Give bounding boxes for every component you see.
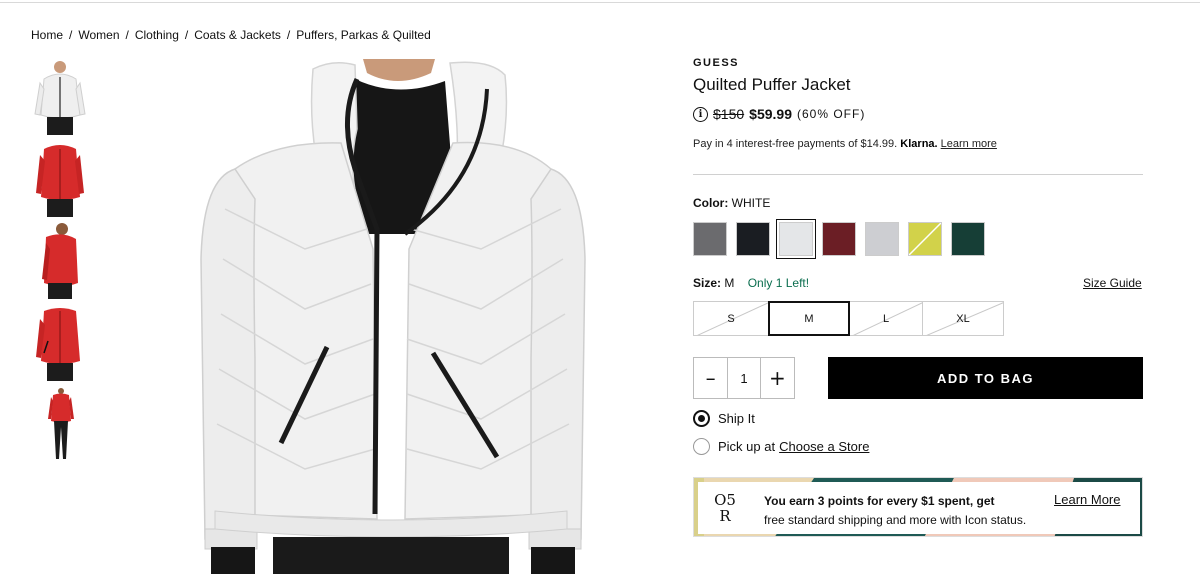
thumbnail-red-angle[interactable]	[32, 305, 89, 381]
swatch-forest-green[interactable]	[951, 222, 985, 256]
breadcrumb: Home / Women / Clothing / Coats & Jacket…	[31, 28, 431, 42]
thumbnail-list	[32, 59, 89, 469]
selected-size: M	[724, 276, 735, 290]
quantity-stepper: – 1 +	[693, 357, 795, 399]
color-label-text: Color:	[693, 196, 729, 210]
thumbnail-red-side[interactable]	[32, 223, 89, 299]
size-guide-link[interactable]: Size Guide	[1083, 276, 1142, 290]
swatch-lime[interactable]	[908, 222, 942, 256]
original-price: $150	[713, 106, 745, 122]
size-options: S M L XL	[693, 301, 1004, 336]
swatch-gray[interactable]	[693, 222, 727, 256]
rewards-banner: O5 R You earn 3 points for every $1 spen…	[693, 477, 1143, 537]
discount-percent: (60% OFF)	[796, 107, 866, 121]
rewards-line-2: free standard shipping and more with Ico…	[764, 513, 1027, 527]
breadcrumb-separator: /	[184, 28, 189, 42]
thumbnail-image	[32, 387, 89, 463]
size-option-s[interactable]: S	[693, 301, 769, 336]
swatch-white[interactable]	[776, 219, 816, 259]
breadcrumb-coats-jackets[interactable]: Coats & Jackets	[194, 28, 281, 42]
swatch-silver[interactable]	[865, 222, 899, 256]
breadcrumb-separator: /	[286, 28, 291, 42]
ship-it-radio[interactable]	[693, 410, 710, 427]
swatch-black[interactable]	[736, 222, 770, 256]
size-label: Size: M Only 1 Left!	[693, 276, 809, 290]
section-divider	[693, 174, 1143, 175]
size-option-label: XL	[956, 312, 970, 325]
unavailable-slash-icon	[909, 223, 941, 255]
main-product-image[interactable]	[105, 59, 672, 574]
thumbnail-image	[32, 141, 89, 217]
top-divider	[0, 2, 1200, 3]
pickup-radio[interactable]	[693, 438, 710, 455]
size-label-text: Size:	[693, 276, 722, 290]
thumbnail-white-front[interactable]	[32, 59, 89, 135]
swatch-burgundy[interactable]	[822, 222, 856, 256]
size-option-xl[interactable]: XL	[922, 301, 1004, 336]
breadcrumb-separator: /	[69, 28, 73, 42]
size-option-label: S	[727, 312, 735, 325]
breadcrumb-women[interactable]: Women	[78, 28, 119, 42]
breadcrumb-clothing[interactable]: Clothing	[135, 28, 179, 42]
selected-color: WHITE	[731, 196, 771, 210]
price-row: i $150 $59.99 (60% OFF)	[693, 106, 865, 122]
o5r-logo: O5 R	[708, 492, 742, 524]
thumbnail-red-front[interactable]	[32, 141, 89, 217]
rewards-learn-more-link[interactable]: Learn More	[1054, 492, 1120, 507]
quantity-increase-button[interactable]: +	[761, 358, 794, 398]
rewards-line-1: You earn 3 points for every $1 spent, ge…	[764, 494, 995, 508]
klarna-logo: Klarna.	[900, 138, 938, 150]
ship-it-option[interactable]: Ship It	[693, 410, 755, 427]
logo-bottom: R	[719, 507, 731, 525]
ship-it-label: Ship It	[718, 411, 755, 426]
quantity-value[interactable]: 1	[727, 358, 761, 398]
pickup-label: Pick up at	[718, 439, 776, 454]
thumbnail-image	[32, 223, 89, 299]
thumbnail-image	[32, 305, 89, 381]
choose-store-link[interactable]: Choose a Store	[779, 439, 869, 454]
pickup-option[interactable]: Pick up at Choose a Store	[693, 438, 869, 455]
size-option-m[interactable]: M	[768, 301, 850, 336]
brand-name[interactable]: GUESS	[693, 57, 739, 69]
info-icon[interactable]: i	[693, 106, 708, 122]
stock-note: Only 1 Left!	[747, 276, 810, 290]
klarna-learn-more-link[interactable]: Learn more	[941, 138, 997, 150]
product-title: Quilted Puffer Jacket	[693, 75, 851, 94]
size-option-label: M	[804, 312, 814, 325]
klarna-installments: Pay in 4 interest-free payments of $14.9…	[693, 138, 997, 150]
add-to-bag-button[interactable]: ADD TO BAG	[828, 357, 1143, 399]
size-option-label: L	[882, 312, 890, 325]
klarna-text: Pay in 4 interest-free payments of $14.9…	[693, 138, 898, 150]
sale-price: $59.99	[749, 106, 792, 122]
color-label: Color: WHITE	[693, 196, 770, 210]
thumbnail-image	[32, 59, 89, 135]
puffer-jacket-illustration	[105, 59, 672, 574]
breadcrumb-puffers[interactable]: Puffers, Parkas & Quilted	[296, 28, 431, 42]
logo-top: O5	[714, 491, 736, 509]
color-swatches	[693, 219, 994, 259]
rewards-text: You earn 3 points for every $1 spent, ge…	[764, 492, 1026, 530]
thumbnail-red-full-body[interactable]	[32, 387, 89, 463]
quantity-decrease-button[interactable]: –	[694, 358, 727, 398]
size-option-l[interactable]: L	[849, 301, 923, 336]
breadcrumb-home[interactable]: Home	[31, 28, 63, 42]
rewards-content: O5 R You earn 3 points for every $1 spen…	[698, 482, 1140, 534]
breadcrumb-separator: /	[125, 28, 129, 42]
